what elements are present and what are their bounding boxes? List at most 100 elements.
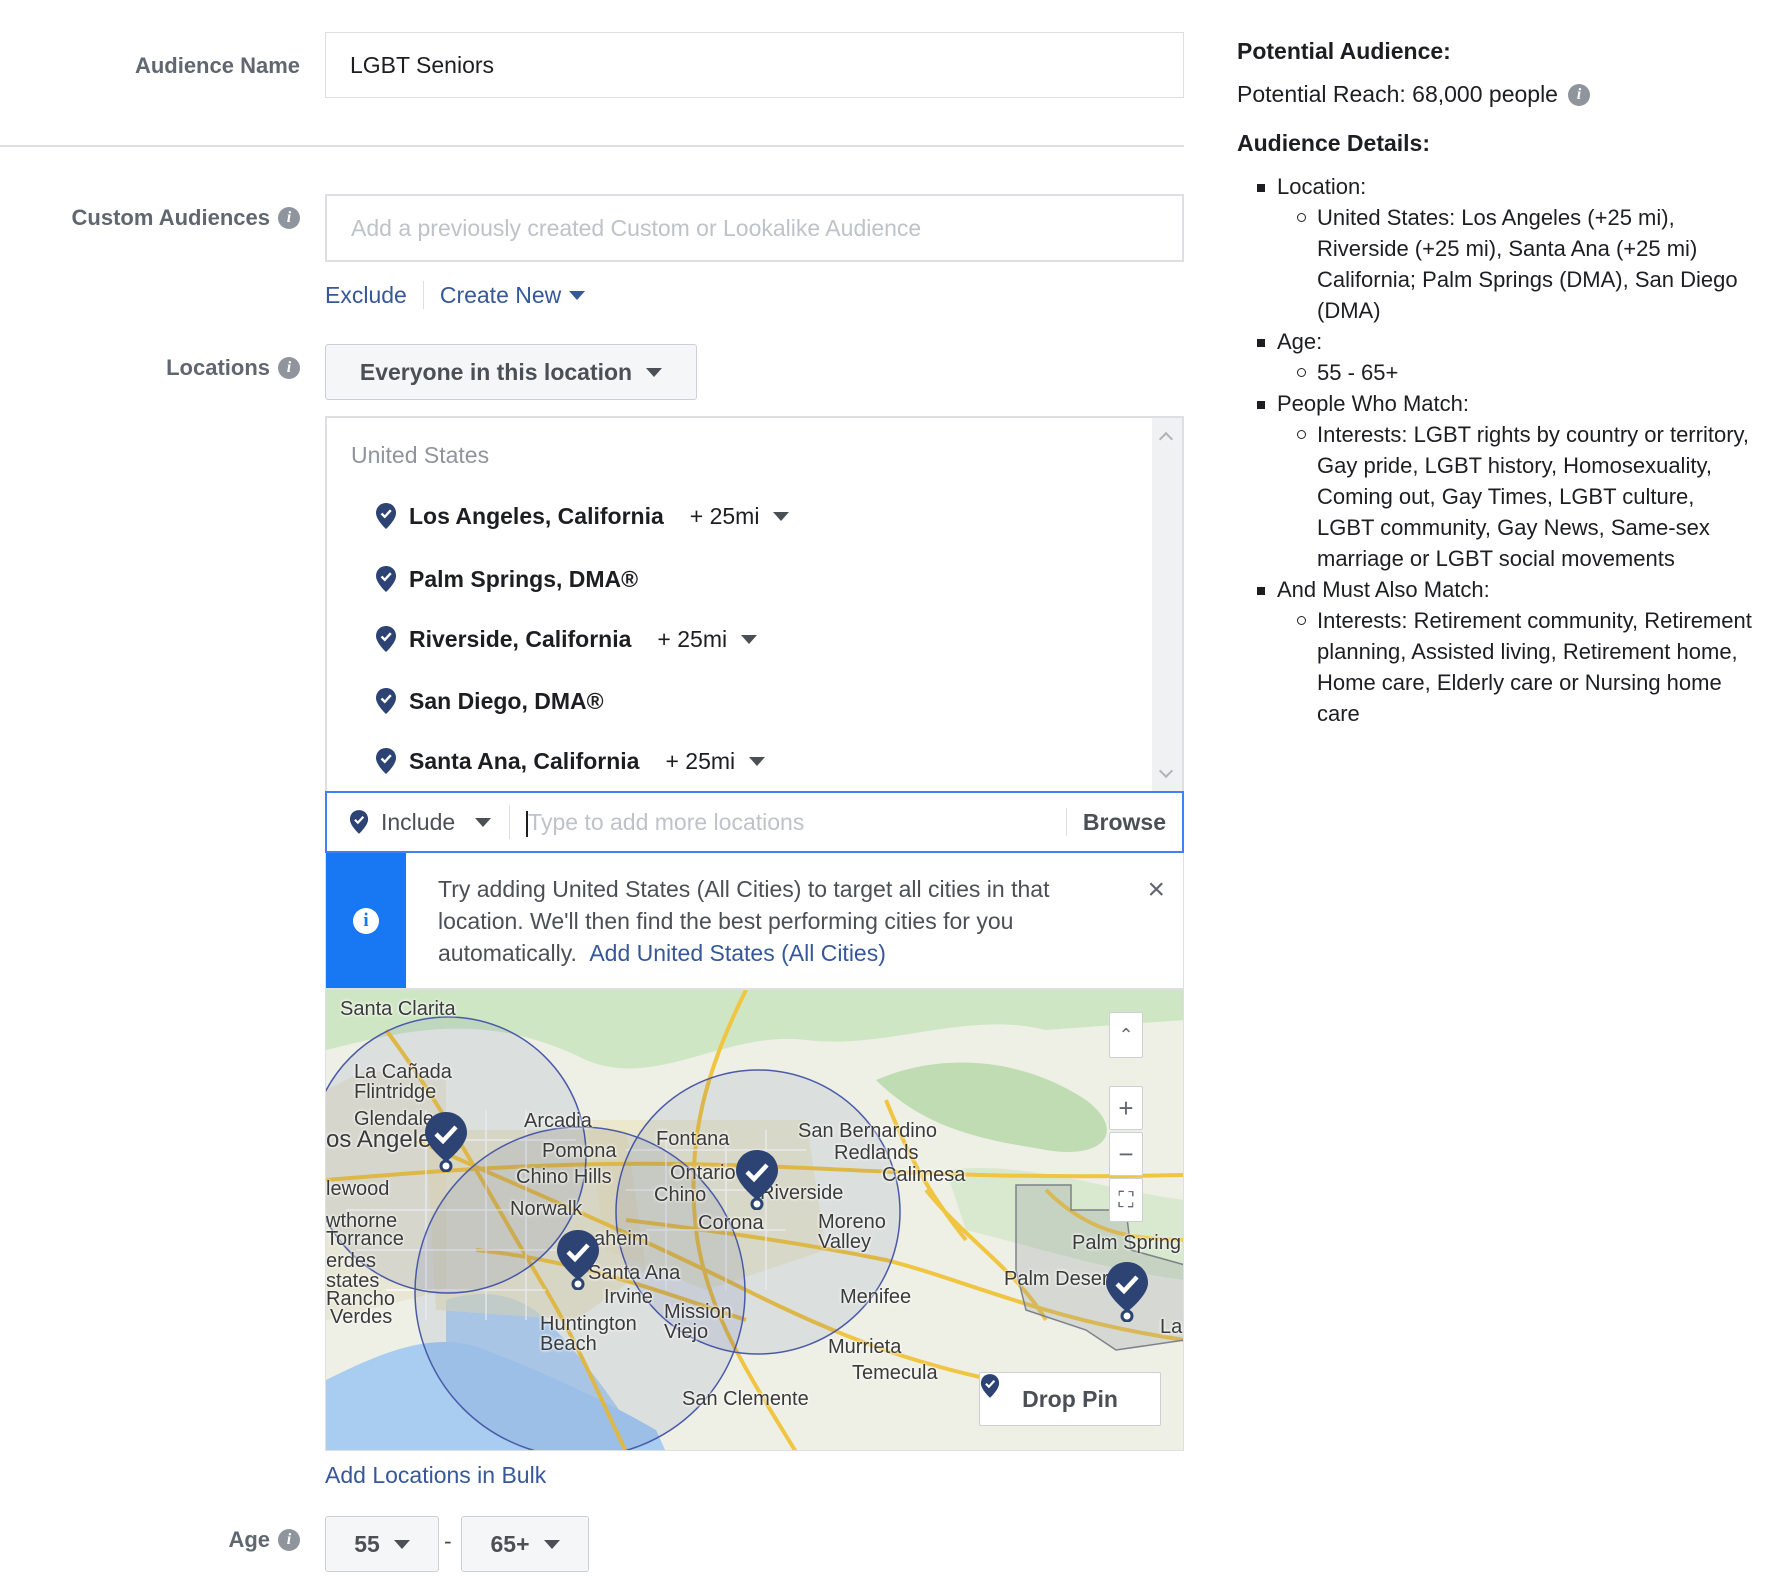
details-item: United States: Los Angeles (+25 mi), Riv… [1277, 202, 1757, 326]
zoom-in-button[interactable]: + [1109, 1086, 1143, 1130]
map-label: Arcadia [524, 1110, 592, 1132]
map-label: Calimesa [882, 1164, 966, 1186]
potential-audience-title: Potential Audience: [1237, 38, 1451, 64]
details-section: People Who Match: Interests: LGBT rights… [1237, 388, 1757, 574]
audience-name-label: Audience Name [134, 53, 300, 78]
map-label: aheim [594, 1228, 649, 1250]
map-label: Murrieta [828, 1336, 902, 1358]
audience-summary-panel: Potential Audience: Potential Reach: 68,… [1237, 38, 1757, 729]
map-label: Chino Hills [516, 1166, 612, 1188]
location-search-input[interactable]: Type to add more locations [510, 809, 1066, 837]
add-locations-bulk-link[interactable]: Add Locations in Bulk [325, 1462, 546, 1489]
map-label: Huntington Beach [540, 1313, 637, 1355]
info-icon[interactable]: i [278, 357, 300, 379]
map-label: Ontario [670, 1162, 736, 1184]
map-pin-icon[interactable] [422, 1110, 470, 1172]
pin-icon [376, 566, 396, 592]
location-item[interactable]: Santa Ana, California + 25mi [375, 745, 766, 777]
location-name: Santa Ana, California [409, 747, 640, 774]
map-label: Mission Viejo [664, 1301, 732, 1343]
details-section: And Must Also Match: Interests: Retireme… [1237, 574, 1757, 729]
exclude-link[interactable]: Exclude [325, 282, 407, 309]
location-name: Los Angeles, California [409, 502, 664, 529]
chevron-down-icon [393, 1539, 410, 1549]
info-icon: i [353, 907, 379, 934]
scroll-down-icon[interactable] [1158, 763, 1174, 779]
details-section: Location: United States: Los Angeles (+2… [1237, 171, 1757, 326]
map-pin-icon[interactable] [1103, 1260, 1151, 1322]
close-icon[interactable]: × [1147, 875, 1165, 905]
add-all-cities-link[interactable]: Add United States (All Cities) [589, 940, 886, 966]
map-label: Fontana [656, 1128, 730, 1150]
location-item[interactable]: Los Angeles, California + 25mi [375, 500, 790, 532]
info-icon[interactable]: i [1567, 83, 1590, 106]
map-label: Irvine [604, 1286, 653, 1308]
map-label: Norwalk [510, 1198, 583, 1220]
radius-dropdown[interactable]: + 25mi [690, 503, 790, 530]
info-icon[interactable]: i [278, 1529, 300, 1551]
chevron-down-icon [741, 634, 758, 644]
map-collapse-button[interactable]: ⌃ [1109, 1012, 1143, 1058]
map-label: Verdes [330, 1306, 393, 1328]
pin-icon [376, 688, 396, 714]
section-divider [0, 145, 1184, 147]
browse-button[interactable]: Browse [1065, 808, 1182, 836]
zoom-out-button[interactable]: − [1109, 1132, 1143, 1176]
tip-accent-bar: i [326, 853, 406, 988]
location-name: San Diego, DMA® [409, 687, 604, 714]
pin-icon [349, 810, 369, 834]
details-section: Age: 55 - 65+ [1237, 326, 1757, 388]
map-label: Menifee [840, 1286, 912, 1308]
map-label: San Bernardino [798, 1120, 937, 1142]
custom-audiences-label: Custom Audiences i [20, 202, 300, 234]
include-dropdown[interactable]: Include [327, 805, 511, 839]
age-min-dropdown[interactable]: 55 [325, 1516, 439, 1572]
map-label: Temecula [852, 1362, 938, 1384]
selected-locations-list[interactable]: United States Los Angeles, California + … [325, 416, 1184, 792]
age-separator: - [444, 1528, 452, 1554]
scroll-up-icon[interactable] [1158, 431, 1174, 447]
chevron-down-icon [749, 756, 766, 766]
chevron-down-icon [646, 367, 663, 377]
create-new-dropdown[interactable]: Create New [440, 282, 586, 309]
pin-icon [376, 626, 396, 652]
map-pin-icon[interactable] [733, 1148, 781, 1210]
tip-text: Try adding United States (All Cities) to… [438, 876, 1050, 966]
audience-details-list: Location: United States: Los Angeles (+2… [1237, 171, 1757, 729]
map-label: Chino [654, 1184, 707, 1206]
pin-icon [376, 503, 396, 529]
map-label: Moreno Valley [818, 1211, 886, 1253]
custom-audience-input[interactable]: Add a previously created Custom or Looka… [325, 194, 1184, 262]
map-label: Torrance [326, 1228, 404, 1250]
chevron-down-icon [773, 511, 790, 521]
details-item: Interests: Retirement community, Retirem… [1277, 605, 1757, 729]
audience-name-input[interactable]: LGBT Seniors [325, 32, 1184, 98]
map-pin-icon[interactable] [554, 1228, 602, 1290]
drop-pin-button[interactable]: Drop Pin [979, 1372, 1161, 1426]
location-name: Riverside, California [409, 625, 632, 652]
location-type-dropdown[interactable]: Everyone in this location [325, 344, 697, 400]
fit-bounds-icon[interactable]: ⛶ [1109, 1178, 1143, 1222]
actions-divider [422, 281, 424, 309]
age-label: Age i [120, 1524, 300, 1556]
map-label: La [1160, 1316, 1183, 1338]
map-label: Palm Spring [1072, 1232, 1181, 1254]
age-max-dropdown[interactable]: 65+ [461, 1516, 589, 1572]
radius-dropdown[interactable]: + 25mi [657, 626, 758, 653]
location-map[interactable]: Santa Clarita La Cañada Flintridge Glend… [325, 989, 1184, 1451]
location-item[interactable]: San Diego, DMA® [375, 685, 604, 717]
location-item[interactable]: Palm Springs, DMA® [375, 563, 638, 595]
location-search-bar: Include Type to add more locations Brows… [325, 791, 1184, 853]
map-label: Pomona [542, 1140, 617, 1162]
radius-dropdown[interactable]: + 25mi [665, 748, 766, 775]
text-cursor [526, 810, 529, 837]
location-name: Palm Springs, DMA® [409, 565, 639, 592]
location-item[interactable]: Riverside, California + 25mi [375, 623, 758, 655]
info-icon[interactable]: i [278, 207, 300, 229]
chevron-down-icon [569, 290, 586, 300]
chevron-down-icon [475, 817, 492, 827]
location-list-scrollbar[interactable] [1152, 418, 1182, 792]
potential-reach: Potential Reach: 68,000 people i [1237, 81, 1757, 108]
map-label: Palm Desert [1004, 1268, 1115, 1290]
map-label: Redlands [834, 1142, 919, 1164]
